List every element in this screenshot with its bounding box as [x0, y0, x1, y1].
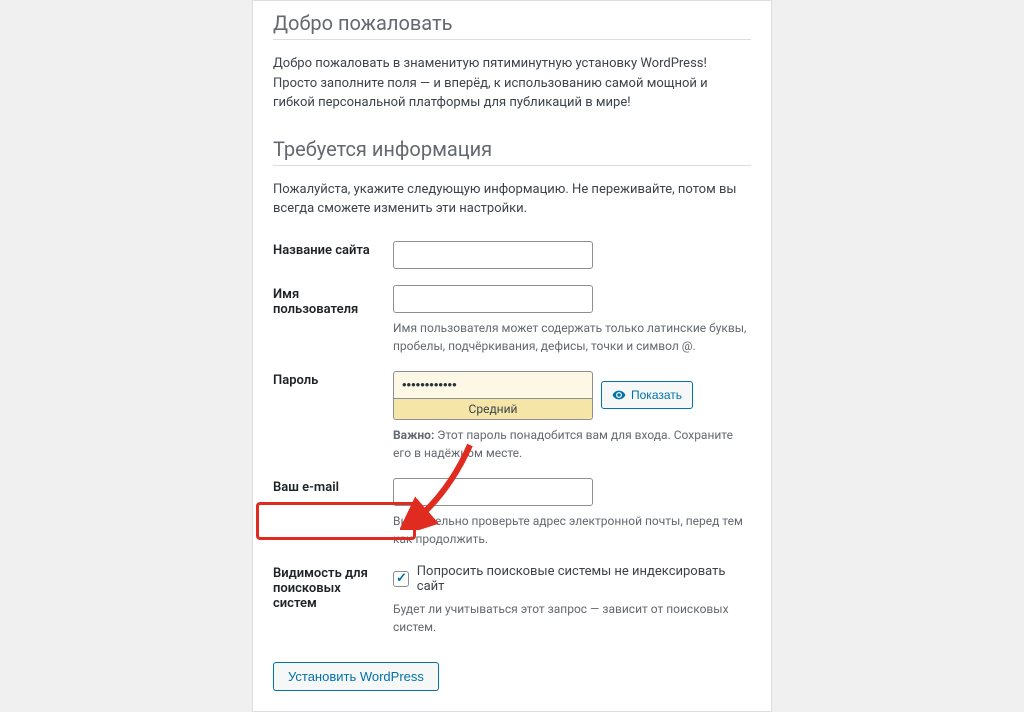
email-label: Ваш e-mail — [273, 470, 393, 556]
username-hint: Имя пользователя может содержать только … — [393, 319, 751, 355]
seo-checkbox-label: Попросить поисковые системы не индексиро… — [417, 564, 751, 594]
username-label: Имя пользователя — [273, 277, 393, 363]
welcome-heading: Добро пожаловать — [273, 1, 751, 40]
site-title-input[interactable] — [393, 241, 593, 269]
welcome-intro: Добро пожаловать в знаменитую пятиминутн… — [273, 54, 751, 113]
eye-icon — [612, 388, 626, 402]
info-heading: Требуется информация — [273, 127, 751, 166]
show-password-button[interactable]: Показать — [601, 381, 693, 409]
seo-visibility-label: Видимость для поисковых систем — [273, 556, 393, 644]
site-title-label: Название сайта — [273, 233, 393, 277]
password-important-text: Этот пароль понадобится вам для входа. С… — [393, 428, 733, 460]
password-important-label: Важно: — [393, 428, 434, 442]
seo-hint: Будет ли учитываться этот запрос — завис… — [393, 600, 751, 636]
email-input[interactable] — [393, 478, 593, 506]
password-label: Пароль — [273, 363, 393, 470]
form-table: Название сайта Имя пользователя Имя поль… — [273, 233, 751, 645]
install-form-container: Добро пожаловать Добро пожаловать в знам… — [252, 0, 772, 712]
email-hint: Внимательно проверьте адрес электронной … — [393, 512, 751, 548]
password-important-hint: Важно: Этот пароль понадобится вам для в… — [393, 426, 751, 462]
password-strength: Средний — [393, 399, 593, 420]
password-input[interactable] — [393, 371, 593, 399]
install-wordpress-button[interactable]: Установить WordPress — [273, 662, 439, 691]
show-password-label: Показать — [631, 388, 682, 402]
username-input[interactable] — [393, 285, 593, 313]
seo-checkbox[interactable] — [393, 571, 409, 587]
info-intro: Пожалуйста, укажите следующую информацию… — [273, 180, 751, 219]
